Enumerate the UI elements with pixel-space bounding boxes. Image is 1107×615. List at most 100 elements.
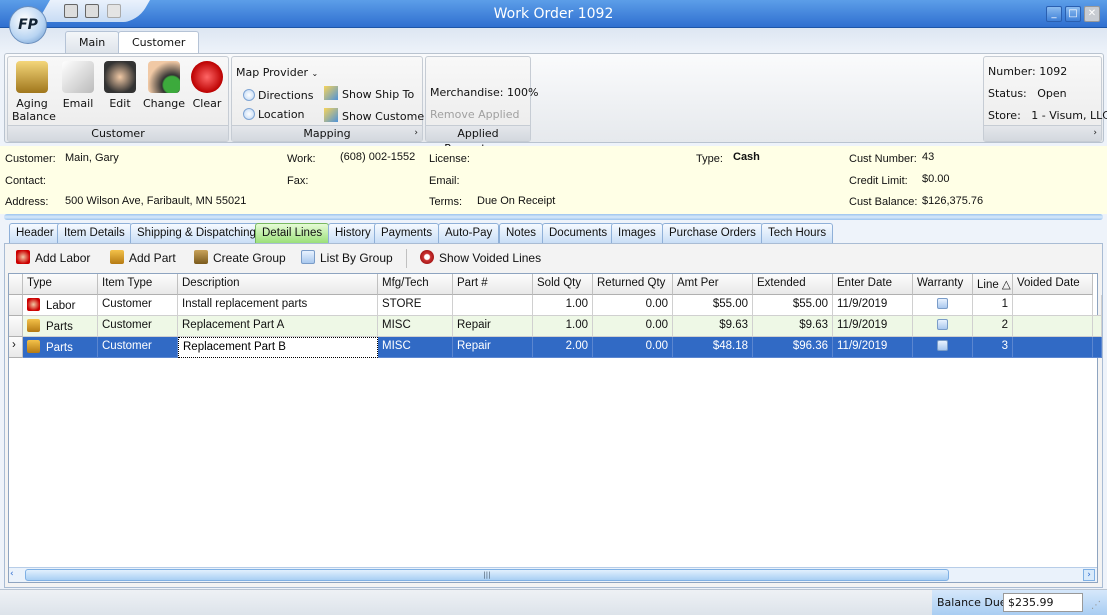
tab-notes[interactable]: Notes [499,223,544,243]
grid-cell[interactable] [913,337,973,358]
create-group-button[interactable]: Create Group [194,250,286,265]
grid-cell[interactable]: $9.63 [673,316,753,337]
tab-history[interactable]: History [328,223,378,243]
dialog-launcher-icon[interactable]: › [414,126,418,141]
warranty-checkbox[interactable] [937,319,948,330]
scroll-thumb[interactable]: ||| [25,569,949,581]
show-voided-lines-button[interactable]: Show Voided Lines [420,250,541,265]
show-customer-button[interactable]: Show Customer [324,108,429,123]
splitter[interactable] [4,214,1103,220]
grid-cell[interactable]: Customer [98,316,178,337]
tab-tech-hours[interactable]: Tech Hours [761,223,834,243]
column-header-description[interactable]: Description [178,274,378,295]
grid-cell[interactable] [913,316,973,337]
grid-cell[interactable] [1013,295,1093,316]
grid-cell[interactable]: 1.00 [533,316,593,337]
grid-cell[interactable]: 0.00 [593,316,673,337]
dialog-launcher-icon[interactable]: › [1093,126,1097,141]
column-header-type[interactable]: Type [23,274,98,295]
column-header-item-type[interactable]: Item Type [98,274,178,295]
column-header-amt-per[interactable]: Amt Per [673,274,753,295]
edit-button[interactable]: Edit [100,61,140,110]
column-header-enter-date[interactable]: Enter Date [833,274,913,295]
grid-cell[interactable]: $9.63 [753,316,833,337]
grid-cell[interactable]: 1.00 [533,295,593,316]
grid-cell[interactable] [1013,337,1093,358]
column-header-warranty[interactable]: Warranty [913,274,973,295]
tab-auto-pay[interactable]: Auto-Pay [438,223,500,243]
change-button[interactable]: Change [142,61,186,110]
tab-detail-lines[interactable]: Detail Lines [255,223,330,243]
tab-item-details[interactable]: Item Details [57,223,132,243]
tab-main[interactable]: Main [65,31,120,54]
add-labor-button[interactable]: Add Labor [16,250,90,265]
grid-cell[interactable]: MISC [378,316,453,337]
tab-payments[interactable]: Payments [374,223,440,243]
column-header-extended[interactable]: Extended [753,274,833,295]
minimize-button[interactable]: _ [1046,6,1062,22]
grid-cell[interactable]: Repair [453,337,533,358]
row-selector[interactable]: › [9,337,23,358]
grid-cell[interactable]: 11/9/2019 [833,295,913,316]
row-selector[interactable] [9,316,23,337]
grid-cell[interactable] [453,295,533,316]
grid-cell[interactable]: Replacement Part B [178,337,378,358]
grid-cell[interactable] [913,295,973,316]
scroll-left-icon[interactable]: ‹ [10,569,22,581]
tab-shipping-dispatching[interactable]: Shipping & Dispatching [130,223,263,243]
grid-cell[interactable]: 11/9/2019 [833,316,913,337]
warranty-checkbox[interactable] [937,298,948,309]
tab-documents[interactable]: Documents [542,223,615,243]
show-ship-to-button[interactable]: Show Ship To [324,86,414,101]
type-cell[interactable]: Labor [23,295,98,316]
tab-images[interactable]: Images [611,223,663,243]
column-header-line[interactable]: Line △ [973,274,1013,295]
resize-grip-icon[interactable]: ⋰ [1091,600,1101,611]
tab-customer[interactable]: Customer [118,31,200,54]
location-option[interactable]: Location [243,108,305,121]
grid-cell[interactable]: 0.00 [593,295,673,316]
grid-cell[interactable]: Customer [98,337,178,358]
tab-header[interactable]: Header [9,223,61,243]
grid-cell[interactable] [1013,316,1093,337]
grid-cell[interactable]: $48.18 [673,337,753,358]
grid-cell[interactable]: Customer [98,295,178,316]
grid-cell[interactable]: Repair [453,316,533,337]
grid-cell[interactable]: 0.00 [593,337,673,358]
column-header-mfg-tech[interactable]: Mfg/Tech [378,274,453,295]
grid-cell[interactable]: $55.00 [753,295,833,316]
type-cell[interactable]: Parts [23,337,98,358]
grid-cell[interactable]: 2.00 [533,337,593,358]
horizontal-scrollbar[interactable]: ‹ ||| › [9,567,1097,582]
remove-applied-button[interactable]: Remove Applied [430,108,520,121]
maximize-button[interactable]: □ [1065,6,1081,22]
column-header-sold-qty[interactable]: Sold Qty [533,274,593,295]
map-provider-dropdown[interactable]: Map Provider ⌄ [236,66,318,79]
row-selector[interactable] [9,295,23,316]
grid-cell[interactable]: 11/9/2019 [833,337,913,358]
column-header-voided-date[interactable]: Voided Date [1013,274,1093,295]
scroll-right-icon[interactable]: › [1083,569,1095,581]
list-by-group-toggle[interactable]: List By Group [301,250,393,265]
add-part-button[interactable]: Add Part [110,250,176,265]
grid-cell[interactable]: STORE [378,295,453,316]
grid-cell[interactable]: $55.00 [673,295,753,316]
grid-cell[interactable]: MISC [378,337,453,358]
app-logo[interactable]: FP [9,6,47,44]
grid-cell[interactable]: 3 [973,337,1013,358]
directions-option[interactable]: Directions [243,89,313,102]
tab-purchase-orders[interactable]: Purchase Orders [662,223,763,243]
type-cell[interactable]: Parts [23,316,98,337]
grid-cell[interactable]: Install replacement parts [178,295,378,316]
warranty-checkbox[interactable] [937,340,948,351]
close-button[interactable]: ✕ [1084,6,1100,22]
column-header-part[interactable]: Part # [453,274,533,295]
grid-cell[interactable]: $96.36 [753,337,833,358]
clear-button[interactable]: Clear [188,61,226,110]
column-header-returned-qty[interactable]: Returned Qty [593,274,673,295]
grid-cell[interactable]: 2 [973,316,1013,337]
grid-cell[interactable]: 1 [973,295,1013,316]
email-button[interactable]: Email [58,61,98,110]
grid-cell[interactable]: Replacement Part A [178,316,378,337]
customer-name[interactable]: Main, Gary [65,152,119,164]
